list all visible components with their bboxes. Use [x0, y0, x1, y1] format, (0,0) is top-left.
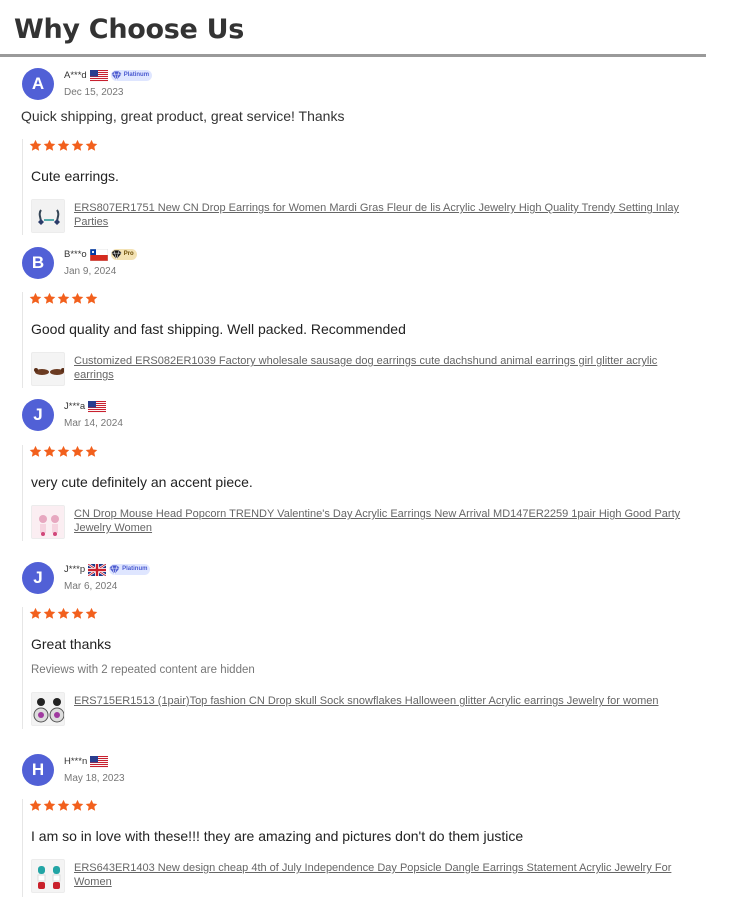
diamond-icon: [111, 70, 122, 81]
avatar: B: [22, 247, 54, 279]
us-flag-icon: [88, 400, 107, 413]
star-icon: [57, 607, 70, 620]
reviewer-info: A***d Platinum: [64, 68, 153, 82]
diamond-icon: [111, 249, 122, 260]
review-date: Mar 6, 2024: [64, 581, 118, 592]
avatar: H: [22, 754, 54, 786]
star-icon: [71, 445, 84, 458]
star-icon: [57, 292, 70, 305]
star-icon: [43, 607, 56, 620]
review-comment: I am so in love with these!!! they are a…: [31, 828, 524, 844]
chile-flag-icon: [89, 248, 108, 262]
badge-label: Pro: [123, 251, 134, 257]
avatar: J: [22, 562, 54, 594]
star-icon: [71, 292, 84, 305]
star-icon: [71, 607, 84, 620]
reviewer-info: H***n: [64, 754, 109, 768]
review-comment: very cute definitely an accent piece.: [31, 474, 253, 490]
reviewer-name: B***o: [64, 248, 87, 260]
reviewer-info: J***p Platinum: [64, 562, 151, 577]
section-header: Why Choose Us: [0, 0, 706, 57]
star-icon: [57, 445, 70, 458]
product-link[interactable]: CN Drop Mouse Head Popcorn TRENDY Valent…: [74, 507, 694, 535]
hidden-reviews-note[interactable]: Reviews with 2 repeated content are hidd…: [31, 664, 255, 676]
star-icon: [85, 139, 98, 152]
product-thumbnail[interactable]: [31, 859, 65, 893]
review-comment: Good quality and fast shipping. Well pac…: [31, 321, 406, 337]
review-detail: Good quality and fast shipping. Well pac…: [22, 292, 706, 388]
us-flag-icon: [90, 755, 109, 768]
star-icon: [57, 139, 70, 152]
membership-badge: Platinum: [110, 69, 153, 81]
product-reference[interactable]: ERS807ER1751 New CN Drop Earrings for Wo…: [31, 199, 691, 233]
review-detail: I am so in love with these!!! they are a…: [22, 799, 706, 897]
star-rating: [29, 292, 98, 305]
reviewer-name: J***p: [64, 563, 86, 575]
review-detail: Great thanks Reviews with 2 repeated cont…: [22, 607, 706, 729]
star-rating: [29, 607, 98, 620]
product-thumbnail[interactable]: [31, 505, 65, 539]
page-title: Why Choose Us: [14, 14, 245, 45]
star-icon: [71, 139, 84, 152]
review-date: Mar 14, 2024: [64, 418, 123, 429]
reviewer-info: B***o Pro: [64, 247, 137, 262]
review-date: May 18, 2023: [64, 773, 125, 784]
review-date: Dec 15, 2023: [64, 87, 124, 98]
star-icon: [29, 607, 42, 620]
product-thumbnail[interactable]: [31, 199, 65, 233]
diamond-icon: [109, 564, 120, 575]
membership-badge: Platinum: [109, 563, 151, 575]
us-flag-icon: [89, 69, 108, 82]
badge-label: Platinum: [122, 566, 148, 572]
product-link[interactable]: ERS643ER1403 New design cheap 4th of Jul…: [74, 861, 694, 889]
star-icon: [29, 799, 42, 812]
review-detail: Cute earrings. ERS807ER1751 New CN Drop E…: [22, 139, 706, 235]
star-rating: [29, 445, 98, 458]
product-link[interactable]: Customized ERS082ER1039 Factory wholesal…: [74, 354, 694, 382]
product-link[interactable]: ERS807ER1751 New CN Drop Earrings for Wo…: [74, 201, 694, 229]
star-icon: [43, 292, 56, 305]
star-icon: [43, 799, 56, 812]
membership-badge: Pro: [110, 248, 137, 260]
review-text: Quick shipping, great product, great ser…: [21, 108, 345, 124]
uk-flag-icon: [87, 563, 107, 577]
product-reference[interactable]: Customized ERS082ER1039 Factory wholesal…: [31, 352, 691, 386]
star-icon: [85, 799, 98, 812]
review-comment: Cute earrings.: [31, 168, 119, 184]
reviewer-name: J***a: [64, 400, 86, 412]
product-thumbnail[interactable]: [31, 352, 65, 386]
star-rating: [29, 139, 98, 152]
reviewer-info: J***a: [64, 399, 107, 413]
product-link[interactable]: ERS715ER1513 (1pair)Top fashion CN Drop …: [74, 694, 694, 708]
reviewer-name: H***n: [64, 755, 88, 767]
review-comment: Great thanks: [31, 636, 112, 652]
star-rating: [29, 799, 98, 812]
badge-label: Platinum: [123, 72, 150, 78]
product-reference[interactable]: ERS643ER1403 New design cheap 4th of Jul…: [31, 859, 691, 893]
star-icon: [71, 799, 84, 812]
star-icon: [57, 799, 70, 812]
star-icon: [29, 445, 42, 458]
review-date: Jan 9, 2024: [64, 266, 117, 277]
product-reference[interactable]: CN Drop Mouse Head Popcorn TRENDY Valent…: [31, 505, 691, 539]
star-icon: [85, 445, 98, 458]
product-thumbnail[interactable]: [31, 692, 65, 726]
avatar: J: [22, 399, 54, 431]
avatar: A: [22, 68, 54, 100]
product-reference[interactable]: ERS715ER1513 (1pair)Top fashion CN Drop …: [31, 692, 691, 726]
review-detail: very cute definitely an accent piece. CN …: [22, 445, 706, 541]
star-icon: [85, 292, 98, 305]
star-icon: [29, 139, 42, 152]
reviewer-name: A***d: [64, 69, 87, 81]
star-icon: [43, 445, 56, 458]
star-icon: [29, 292, 42, 305]
star-icon: [43, 139, 56, 152]
star-icon: [85, 607, 98, 620]
